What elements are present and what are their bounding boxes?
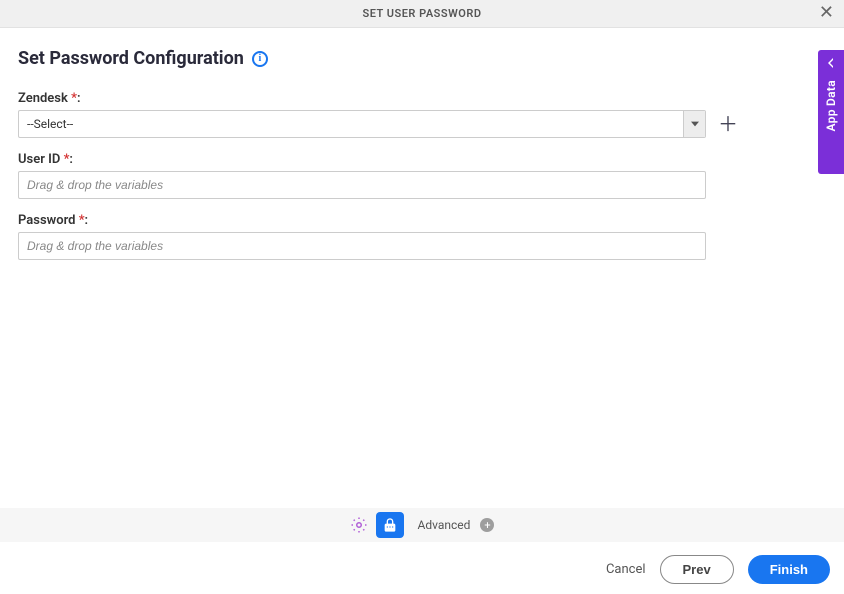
user-id-input[interactable] — [18, 171, 706, 199]
zendesk-select-value: --Select-- — [19, 111, 683, 137]
required-mark: * — [71, 91, 77, 106]
chevron-down-icon[interactable] — [683, 111, 705, 137]
required-mark: * — [79, 213, 85, 228]
password-input[interactable] — [18, 232, 706, 260]
advanced-label: Advanced — [418, 518, 471, 532]
content-area: Set Password Configuration i Zendesk *: … — [0, 28, 844, 260]
field-zendesk: Zendesk *: --Select-- ＋ — [18, 91, 723, 138]
user-id-label: User ID *: — [18, 152, 723, 167]
page-title: Set Password Configuration — [18, 48, 244, 69]
info-icon[interactable]: i — [252, 51, 268, 67]
modal-header: SET USER PASSWORD ✕ — [0, 0, 844, 28]
app-data-label: App Data — [824, 80, 838, 131]
finish-button[interactable]: Finish — [748, 555, 830, 584]
chevron-left-icon — [826, 58, 836, 68]
page-title-row: Set Password Configuration i — [18, 48, 826, 69]
field-password: Password *: — [18, 213, 723, 260]
field-user-id: User ID *: — [18, 152, 723, 199]
close-icon[interactable]: ✕ — [819, 4, 834, 22]
cancel-button[interactable]: Cancel — [606, 562, 646, 577]
password-label: Password *: — [18, 213, 723, 228]
add-advanced-button[interactable]: + — [480, 518, 494, 532]
gear-icon[interactable] — [350, 516, 368, 534]
lock-icon[interactable] — [376, 512, 404, 538]
modal-title: SET USER PASSWORD — [363, 7, 482, 20]
app-data-tab[interactable]: App Data — [818, 50, 844, 174]
add-zendesk-button[interactable]: ＋ — [716, 114, 740, 134]
prev-button[interactable]: Prev — [660, 555, 734, 584]
zendesk-select[interactable]: --Select-- — [18, 110, 706, 138]
step-bar: Advanced + — [0, 508, 844, 542]
zendesk-label: Zendesk *: — [18, 91, 723, 106]
footer: Cancel Prev Finish — [606, 555, 830, 584]
required-mark: * — [64, 152, 70, 167]
